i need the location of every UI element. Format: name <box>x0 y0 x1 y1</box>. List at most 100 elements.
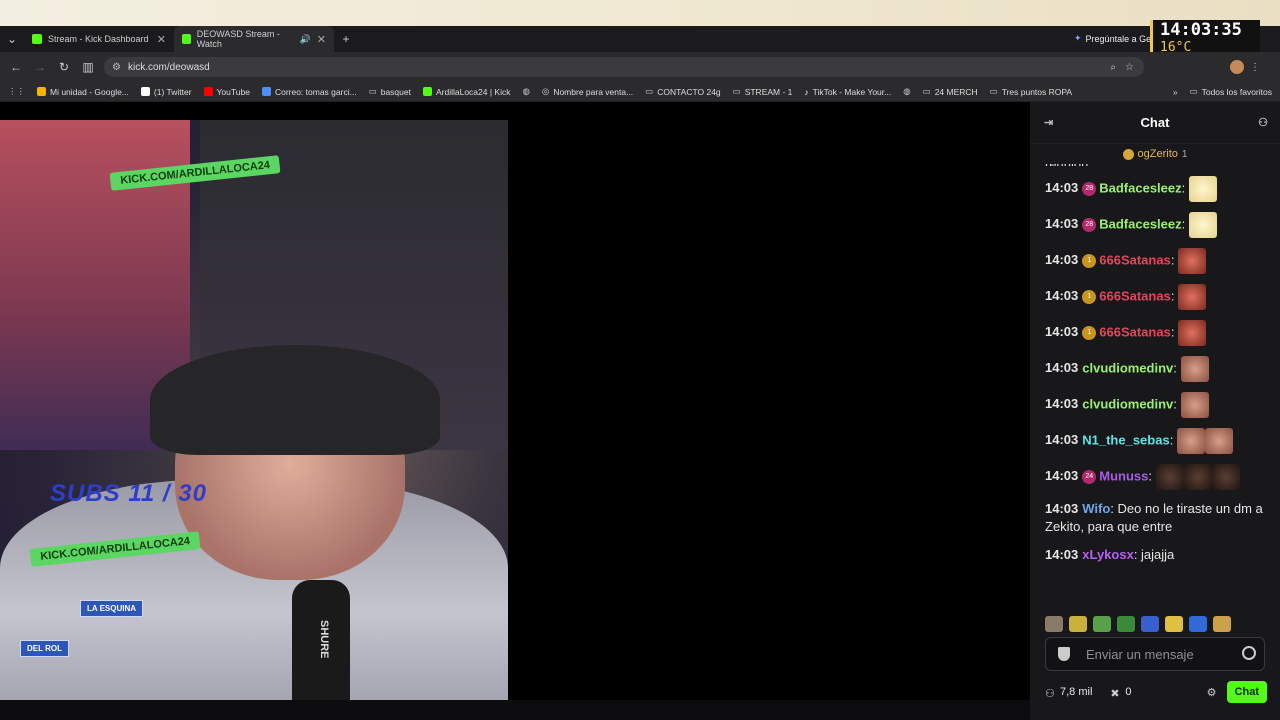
chat-message[interactable]: 14:03 Wifo: Deo no le tiraste un dm a Zek… <box>1045 500 1273 536</box>
chat-message[interactable]: 14:03 1 666Satanas: <box>1045 248 1273 274</box>
tab-kick-dashboard[interactable]: Stream - Kick Dashboard ✕ <box>24 26 174 52</box>
emote[interactable] <box>1211 464 1240 490</box>
message-colon: : <box>1181 216 1189 232</box>
message-username[interactable]: 666Satanas <box>1099 252 1171 267</box>
reader-icon[interactable]: ▥ <box>76 60 100 74</box>
emote[interactable] <box>1180 356 1209 382</box>
message-username[interactable]: 666Satanas <box>1099 324 1171 339</box>
emote[interactable] <box>1141 616 1159 632</box>
forward-icon[interactable]: → <box>28 60 52 74</box>
star-icon[interactable]: ☆ <box>1125 62 1134 73</box>
emote[interactable] <box>1189 616 1207 632</box>
emote[interactable] <box>1176 428 1205 454</box>
bookmark-item[interactable]: YouTube <box>203 86 250 97</box>
omnibox[interactable]: ⚙ kick.com/deowasd ⌕ ☆ <box>104 57 1144 77</box>
chat-input-placeholder: Enviar un mensaje <box>1086 646 1194 662</box>
message-username[interactable]: Munuss <box>1099 468 1148 483</box>
collapse-chat-icon[interactable]: ⇥ <box>1044 116 1053 129</box>
emote[interactable] <box>1117 616 1135 632</box>
chat-message[interactable]: 14:03 N1_the_sebas: <box>1045 428 1273 454</box>
bookmark-item[interactable]: ArdillaLoca24 | Kick <box>422 87 510 97</box>
emote[interactable] <box>1155 464 1184 490</box>
chat-message[interactable]: 14:03 1 666Satanas: <box>1045 320 1273 346</box>
chat-message[interactable]: 14:03 xLykosx: jajajja <box>1045 546 1273 564</box>
close-icon[interactable]: ✕ <box>317 33 326 46</box>
bookmark-label: YouTube <box>216 86 250 97</box>
emote[interactable] <box>1178 248 1207 274</box>
bookmark-item[interactable]: ◍ <box>522 86 529 97</box>
back-icon[interactable]: ← <box>4 60 28 74</box>
close-icon[interactable]: ✕ <box>157 33 166 46</box>
player-top-gap <box>0 102 1030 120</box>
zoom-icon[interactable]: ⌕ <box>1110 62 1116 73</box>
emote[interactable] <box>1180 392 1209 418</box>
message-username[interactable]: clvudiomedinv <box>1082 360 1173 375</box>
apps-icon[interactable]: ⋮⋮ <box>8 86 25 97</box>
pinned-gifter[interactable]: ogZerito 1 <box>1030 144 1280 164</box>
gemini-icon: ✦ <box>1074 33 1082 43</box>
chat-input[interactable]: Enviar un mensaje <box>1045 637 1265 671</box>
tab-deowasd-stream[interactable]: DEOWASD Stream - Watch 🔊 ✕ <box>174 26 334 52</box>
chat-message[interactable]: 14:03 28 Badfacesleez: <box>1045 176 1273 202</box>
bookmark-item[interactable]: ◎ Nombre para venta... <box>542 86 633 97</box>
desktop-top-strip <box>0 0 1280 26</box>
shield-icon[interactable] <box>1058 647 1070 661</box>
menu-icon[interactable]: ⋮ <box>1250 62 1260 73</box>
emote[interactable] <box>1188 176 1217 202</box>
bookmark-item[interactable]: ◍ <box>903 86 910 97</box>
bookmark-folder[interactable]: ▭ 24 MERCH <box>923 86 978 97</box>
message-username[interactable]: Badfacesleez <box>1099 180 1181 195</box>
bookmark-folder[interactable]: ▭ Tres puntos ROPA <box>990 86 1072 97</box>
emote[interactable] <box>1178 320 1207 346</box>
message-time: 14:03 <box>1045 252 1079 268</box>
site-info-icon[interactable]: ⚙ <box>112 62 121 73</box>
bookmark-folder[interactable]: ▭ STREAM - 1 <box>733 86 793 97</box>
chat-message[interactable]: 14:03 clvudiomedinv: <box>1045 392 1273 418</box>
chevron-right-icon[interactable]: » <box>1173 87 1178 97</box>
tab-list-icon[interactable]: ⌄ <box>0 32 24 46</box>
message-colon: : <box>1173 396 1181 412</box>
emote[interactable] <box>1045 616 1063 632</box>
new-tab-icon[interactable]: + <box>334 32 358 46</box>
bookmark-label: Nombre para venta... <box>553 86 634 97</box>
settings-icon[interactable]: ⚙ <box>1207 686 1217 699</box>
send-chat-button[interactable]: Chat <box>1226 681 1267 703</box>
speaker-icon[interactable]: 🔊 <box>300 34 311 45</box>
chat-message[interactable]: 14:03 1 666Satanas: <box>1045 284 1273 310</box>
folder-icon: ▭ <box>989 86 998 96</box>
chat-message[interactable]: 14:03 28 Badfacesleez: <box>1045 212 1273 238</box>
bookmark-item[interactable]: ♪ TikTok - Make Your... <box>804 87 891 97</box>
emote[interactable] <box>1204 428 1233 454</box>
message-username[interactable]: Badfacesleez <box>1099 216 1181 231</box>
bookmark-item[interactable]: Mi unidad - Google... <box>37 87 129 97</box>
emote[interactable] <box>1188 212 1217 238</box>
globe-icon: ◎ <box>541 86 550 96</box>
bookmark-folder[interactable]: ▭ basquet <box>369 86 411 97</box>
emoji-icon[interactable] <box>1242 646 1256 660</box>
chat-messages[interactable]: reunion 14:0328Badfacesleez: 14:0328Badf… <box>1045 164 1273 604</box>
bookmark-folder[interactable]: ▭ CONTACTO 24g <box>645 86 720 97</box>
stream-video[interactable]: SHURE KICK.COM/ARDILLALOCA24 SUBS 11 / 3… <box>0 120 508 700</box>
users-icon[interactable]: ⚇ <box>1258 116 1268 129</box>
chat-message[interactable]: 14:03 24 Munuss: <box>1045 464 1273 490</box>
emote[interactable] <box>1165 616 1183 632</box>
message-username[interactable]: xLykosx <box>1082 547 1134 562</box>
bookmark-item[interactable]: (1) Twitter <box>140 87 192 97</box>
emote[interactable] <box>1093 616 1111 632</box>
emote-strip <box>1045 614 1267 634</box>
emote[interactable] <box>1178 284 1207 310</box>
all-bookmarks-folder[interactable]: ▭ Todos los favoritos <box>1190 86 1272 97</box>
emote[interactable] <box>1069 616 1087 632</box>
reload-icon[interactable]: ↻ <box>52 60 76 74</box>
message-username[interactable]: N1_the_sebas <box>1082 432 1169 447</box>
chat-message[interactable]: 14:03 clvudiomedinv: <box>1045 356 1273 382</box>
message-username[interactable]: clvudiomedinv <box>1082 396 1173 411</box>
video-player[interactable]: SHURE KICK.COM/ARDILLALOCA24 SUBS 11 / 3… <box>0 120 1030 700</box>
bookmark-item[interactable]: Correo: tomas garci... <box>261 87 357 97</box>
message-username[interactable]: 666Satanas <box>1099 288 1171 303</box>
tab-title: Stream - Kick Dashboard <box>48 34 149 44</box>
emote[interactable] <box>1213 616 1231 632</box>
emote[interactable] <box>1183 464 1212 490</box>
avatar[interactable] <box>1230 60 1244 74</box>
message-username[interactable]: Wifo <box>1082 501 1110 516</box>
